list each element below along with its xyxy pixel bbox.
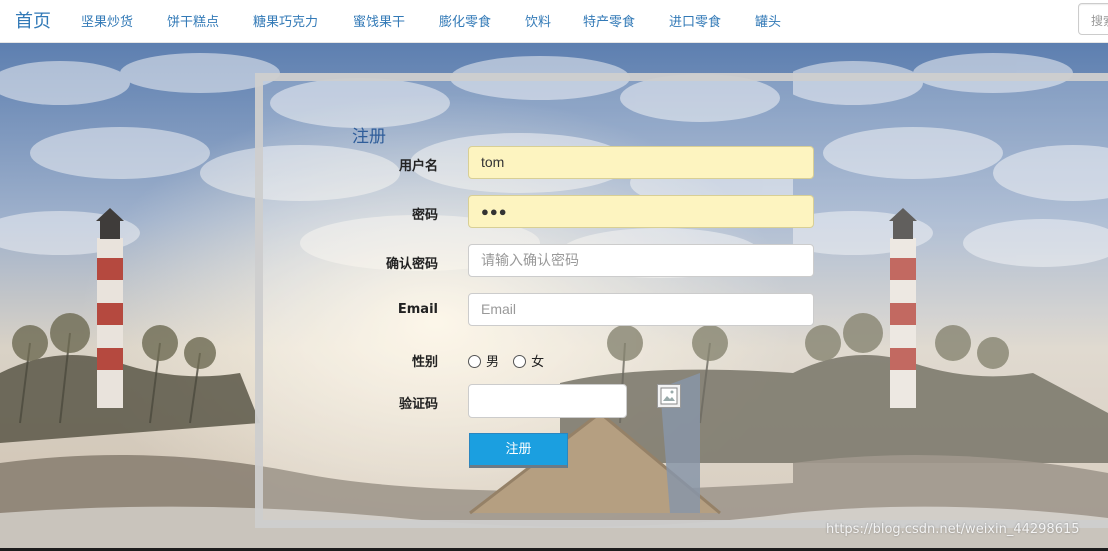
captcha-image-icon[interactable] (657, 384, 681, 408)
nav-item-candy[interactable]: 糖果巧克力 (253, 11, 318, 30)
username-field[interactable]: tom (468, 146, 814, 179)
password-field[interactable]: ●●● (468, 195, 814, 228)
search-input[interactable]: 搜索 (1078, 3, 1108, 35)
email-placeholder: Email (481, 301, 517, 317)
captcha-label: 验证码 (398, 397, 438, 412)
gender-label: 性别 (411, 355, 438, 370)
confirm-password-label: 确认密码 (385, 257, 438, 272)
captcha-input[interactable] (468, 384, 627, 418)
nav-item-dried-fruit[interactable]: 蜜饯果干 (353, 11, 405, 30)
nav-item-biscuits[interactable]: 饼干糕点 (167, 11, 219, 30)
gender-radio-group: 男 女 (468, 351, 554, 370)
confirm-password-field[interactable]: 请输入确认密码 (468, 244, 814, 277)
password-label: 密码 (411, 208, 438, 223)
gender-female-radio[interactable] (513, 355, 527, 368)
nav-home-link[interactable]: 首页 (15, 7, 51, 33)
nav-item-nuts[interactable]: 坚果炒货 (81, 11, 133, 30)
password-masked-value: ●●● (481, 204, 508, 219)
gender-male-label: 男 (486, 355, 500, 370)
gender-male-radio[interactable] (468, 355, 481, 368)
email-field[interactable]: Email (468, 293, 814, 326)
nav-item-puffed-snacks[interactable]: 膨化零食 (439, 11, 491, 30)
top-navbar: 首页 坚果炒货 饼干糕点 糖果巧克力 蜜饯果干 膨化零食 饮料 特产零食 进口零… (0, 0, 1108, 43)
gender-female-label: 女 (531, 355, 545, 370)
email-label: Email (397, 302, 438, 317)
username-value: tom (481, 154, 505, 170)
nav-item-drinks[interactable]: 饮料 (525, 11, 551, 30)
confirm-password-placeholder: 请输入确认密码 (481, 252, 579, 268)
watermark-text: https://blog.csdn.net/weixin_44298615 (826, 522, 1080, 537)
username-label: 用户名 (398, 159, 438, 174)
register-submit-button[interactable]: 注册 (469, 433, 568, 468)
nav-item-imported[interactable]: 进口零食 (669, 11, 721, 30)
register-title: 注册 (352, 127, 386, 147)
nav-item-canned[interactable]: 罐头 (755, 11, 781, 30)
nav-item-specialty[interactable]: 特产零食 (583, 11, 635, 30)
search-placeholder: 搜索 (1091, 14, 1108, 28)
